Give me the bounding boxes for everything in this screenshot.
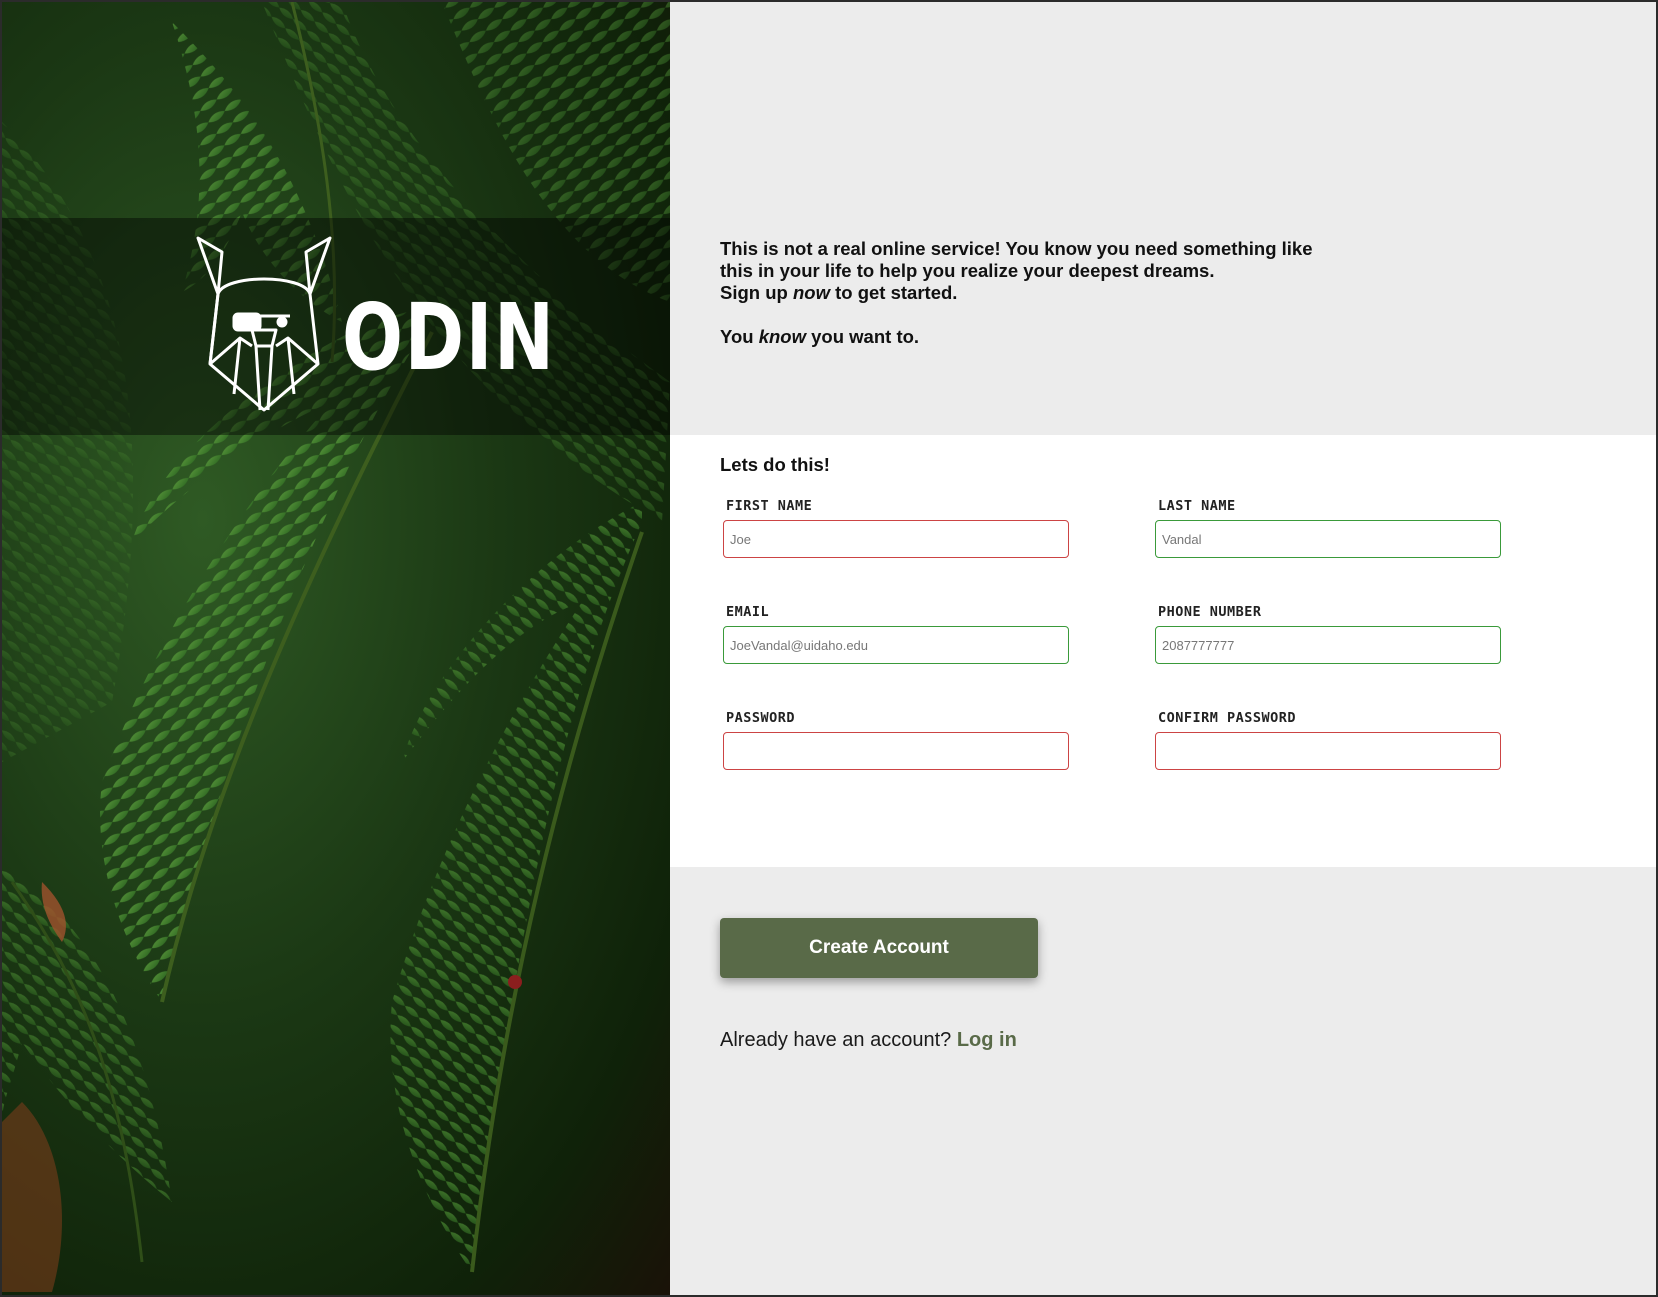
intro-line-2-post: to get started. — [829, 282, 958, 303]
login-prompt-text: Already have an account? — [720, 1029, 952, 1051]
intro-tagline: You know you want to. — [720, 326, 1340, 348]
last-name-input[interactable] — [1155, 520, 1501, 558]
intro-line-2-em: now — [792, 282, 830, 303]
signup-form: Lets do this! FIRST NAME LAST NAME EMAIL… — [670, 435, 1656, 867]
email-input[interactable] — [723, 626, 1069, 664]
email-label: EMAIL — [726, 604, 770, 620]
email-group: EMAIL — [723, 604, 1069, 664]
form-heading: Lets do this! — [720, 454, 830, 475]
brand-name: ODIN — [342, 284, 556, 391]
phone-group: PHONE NUMBER — [1155, 604, 1501, 664]
password-input[interactable] — [723, 732, 1069, 770]
login-link[interactable]: Log in — [957, 1029, 1017, 1051]
hero-fern-image: ODIN — [2, 2, 670, 1295]
intro-text: This is not a real online service! You k… — [720, 238, 1340, 348]
confirm-password-group: CONFIRM PASSWORD — [1155, 710, 1501, 770]
phone-input[interactable] — [1155, 626, 1501, 664]
password-group: PASSWORD — [723, 710, 1069, 770]
first-name-label: FIRST NAME — [726, 498, 813, 514]
login-prompt: Already have an account? Log in — [720, 1029, 1017, 1052]
confirm-password-label: CONFIRM PASSWORD — [1158, 710, 1297, 726]
password-label: PASSWORD — [726, 710, 796, 726]
intro-line-3-em: know — [758, 326, 806, 347]
viking-helmet-icon — [194, 234, 334, 419]
first-name-group: FIRST NAME — [723, 498, 1069, 558]
fern-background — [2, 2, 670, 1292]
create-account-button[interactable]: Create Account — [720, 918, 1038, 978]
odin-logo: ODIN — [194, 234, 616, 419]
phone-label: PHONE NUMBER — [1158, 604, 1262, 620]
signup-panel: This is not a real online service! You k… — [670, 2, 1656, 1295]
intro-line-3-pre: You — [720, 326, 759, 347]
intro-paragraph: This is not a real online service! You k… — [720, 238, 1340, 304]
last-name-group: LAST NAME — [1155, 498, 1501, 558]
intro-line-1: This is not a real online service! You k… — [720, 238, 1313, 281]
confirm-password-input[interactable] — [1155, 732, 1501, 770]
last-name-label: LAST NAME — [1158, 498, 1236, 514]
first-name-input[interactable] — [723, 520, 1069, 558]
intro-line-2-pre: Sign up — [720, 282, 793, 303]
intro-line-3-post: you want to. — [806, 326, 920, 347]
